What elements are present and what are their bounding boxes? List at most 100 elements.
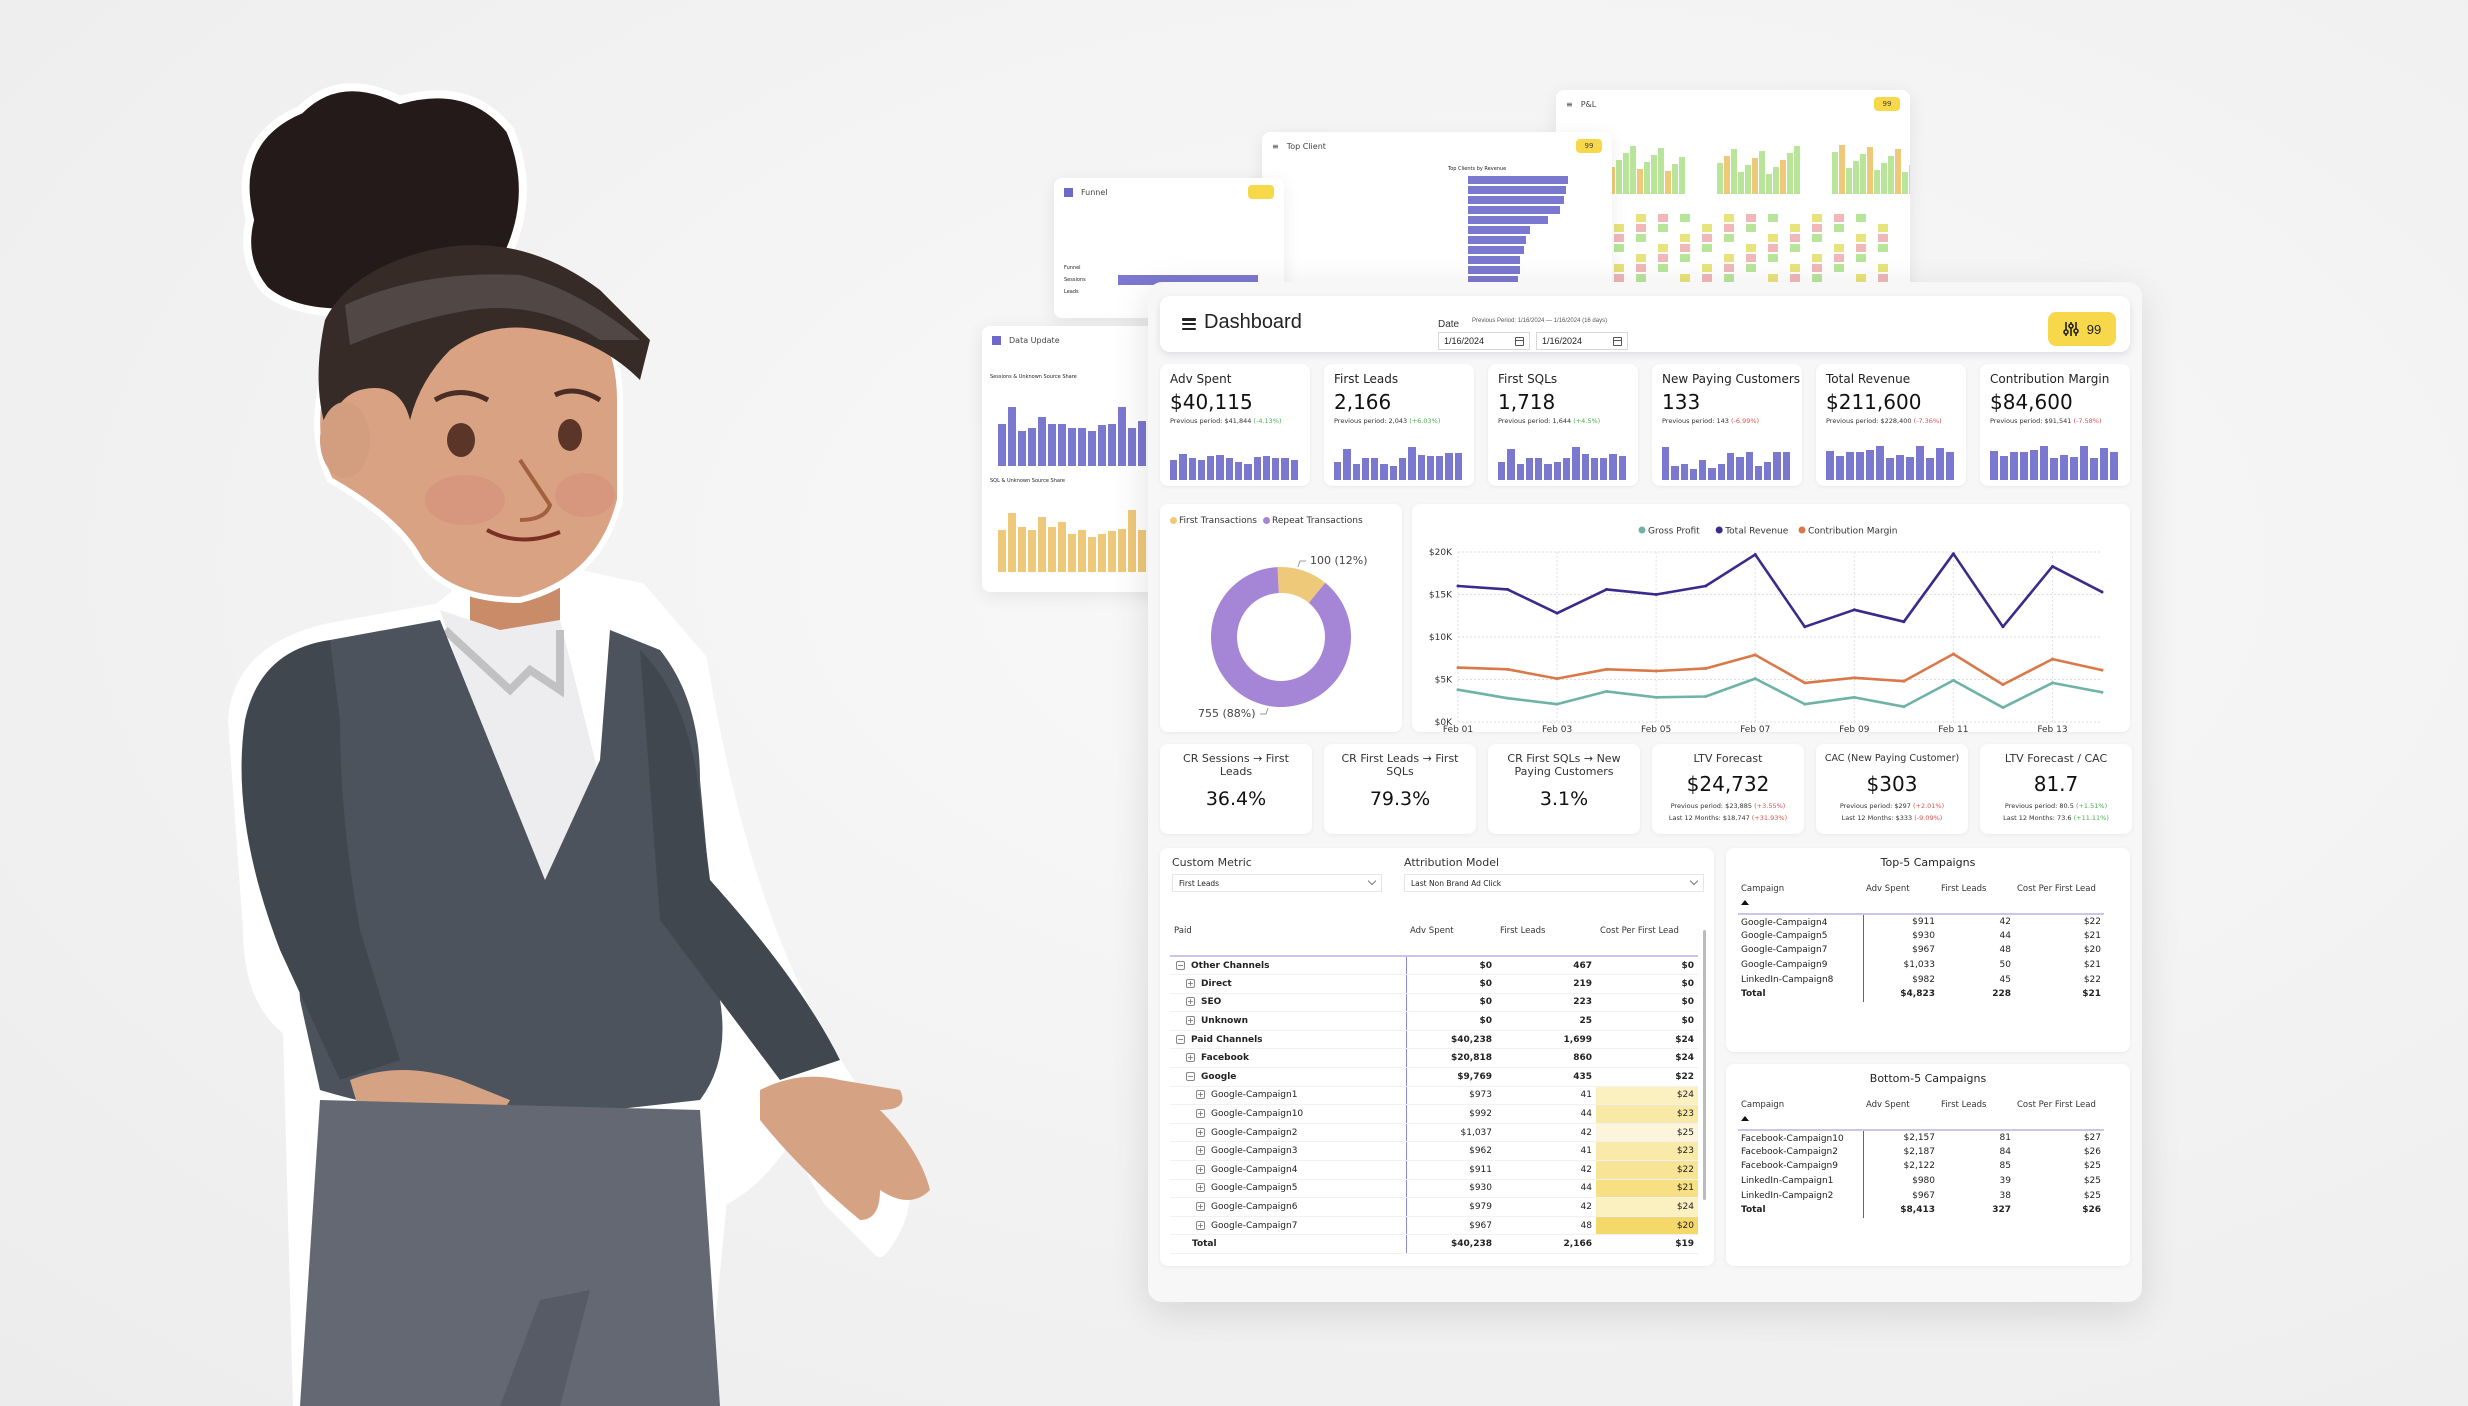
- col-header-adv-spent[interactable]: Adv Spent: [1863, 884, 1938, 915]
- sparkline-bar[interactable]: [2080, 445, 2088, 480]
- data-point[interactable]: [1506, 587, 1510, 591]
- sparkline-bar[interactable]: [1590, 457, 1599, 480]
- matrix-row[interactable]: − Paid Channels $40,238 1,699 $24: [1170, 1030, 1698, 1050]
- sparkline-bar[interactable]: [1736, 456, 1744, 480]
- sparkline-bar[interactable]: [1436, 455, 1444, 480]
- expand-icon[interactable]: +: [1186, 1053, 1195, 1063]
- sparkline-bar[interactable]: [1680, 463, 1688, 480]
- campaign-row[interactable]: Google-Campaign4 $911 42 $22: [1738, 914, 2104, 929]
- expand-icon[interactable]: +: [1196, 1220, 1205, 1230]
- sparkline-bar[interactable]: [1371, 458, 1379, 480]
- sparkline-bar[interactable]: [1689, 469, 1698, 480]
- line-series-total-revenue[interactable]: [1457, 552, 2103, 629]
- campaign-row[interactable]: Facebook-Campaign10 $2,157 81 $27: [1738, 1130, 2104, 1145]
- sparkline-bar[interactable]: [2000, 455, 2008, 480]
- line-series-contribution-margin[interactable]: [1457, 652, 2103, 686]
- sparkline-bar[interactable]: [1662, 446, 1670, 480]
- sparkline-bar[interactable]: [1708, 468, 1716, 480]
- data-point[interactable]: [1902, 620, 1906, 624]
- data-point[interactable]: [1951, 652, 1955, 656]
- col-header-cost-per-first-lead[interactable]: Cost Per First Lead: [2014, 1100, 2104, 1131]
- sparkline-bar[interactable]: [1516, 463, 1524, 480]
- data-point[interactable]: [1605, 689, 1609, 693]
- sparkline-bar[interactable]: [1272, 458, 1280, 480]
- data-point[interactable]: [1852, 608, 1856, 612]
- sparkline-bar[interactable]: [1926, 458, 1934, 480]
- sparkline-bar[interactable]: [1754, 466, 1763, 480]
- sparkline-bar[interactable]: [1563, 458, 1571, 480]
- col-header-adv-spent[interactable]: Adv Spent: [1406, 926, 1496, 957]
- data-point[interactable]: [1456, 666, 1460, 670]
- expand-icon[interactable]: +: [1196, 1202, 1205, 1212]
- sparkline-bar[interactable]: [1699, 460, 1707, 480]
- data-point[interactable]: [1654, 669, 1658, 673]
- legend-item-total-revenue[interactable]: Total Revenue: [1715, 526, 1789, 537]
- campaign-row[interactable]: Google-Campaign5 $930 44 $21: [1738, 928, 2104, 944]
- expand-icon[interactable]: +: [1186, 1016, 1195, 1026]
- sparkline-bar[interactable]: [1244, 463, 1252, 480]
- sparkline-bar[interactable]: [2010, 451, 2018, 480]
- sparkline-bar[interactable]: [1352, 463, 1360, 480]
- matrix-row[interactable]: + Unknown $0 25 $0: [1170, 1011, 1698, 1031]
- data-point[interactable]: [2050, 564, 2054, 568]
- sparkline-bar[interactable]: [1507, 449, 1515, 480]
- col-header-campaign[interactable]: Campaign: [1738, 1100, 1863, 1131]
- custom-metric-dropdown[interactable]: First Leads: [1172, 874, 1382, 892]
- data-point[interactable]: [1555, 611, 1559, 615]
- sparkline-bar[interactable]: [1253, 457, 1261, 480]
- sparkline-bar[interactable]: [2020, 451, 2028, 480]
- data-point[interactable]: [1555, 677, 1559, 681]
- expand-icon[interactable]: +: [1186, 997, 1195, 1007]
- matrix-row[interactable]: + Google-Campaign6 $979 42 $24: [1170, 1197, 1698, 1217]
- data-point[interactable]: [2001, 625, 2005, 629]
- sparkline-bar[interactable]: [1618, 456, 1626, 480]
- sparkline-bar[interactable]: [1399, 458, 1407, 480]
- matrix-scrollbar[interactable]: [1703, 930, 1706, 1200]
- sparkline-bar[interactable]: [1170, 460, 1178, 480]
- date-from-input[interactable]: 1/16/2024: [1438, 332, 1530, 350]
- sparkline-bar[interactable]: [1334, 462, 1342, 480]
- data-point[interactable]: [1704, 695, 1708, 698]
- sparkline-bar[interactable]: [2100, 448, 2108, 480]
- data-point[interactable]: [2001, 683, 2005, 687]
- sparkline-bar[interactable]: [1876, 445, 1884, 480]
- date-to-input[interactable]: 1/16/2024: [1536, 332, 1628, 350]
- col-header-paid[interactable]: Paid: [1170, 926, 1406, 957]
- matrix-row[interactable]: − Google $9,769 435 $22: [1170, 1067, 1698, 1087]
- matrix-row[interactable]: + SEO $0 223 $0: [1170, 993, 1698, 1013]
- data-point[interactable]: [1753, 653, 1757, 657]
- col-header-first-leads[interactable]: First Leads: [1496, 926, 1596, 957]
- data-point[interactable]: [1902, 679, 1906, 683]
- sparkline-bar[interactable]: [2030, 450, 2038, 480]
- col-header-first-leads[interactable]: First Leads: [1938, 1100, 2014, 1131]
- data-point[interactable]: [1555, 702, 1559, 706]
- sparkline-bar[interactable]: [1600, 457, 1608, 480]
- sparkline-bar[interactable]: [1856, 451, 1864, 480]
- data-point[interactable]: [1704, 666, 1708, 670]
- sparkline-bar[interactable]: [1886, 458, 1894, 480]
- sort-ascending-icon[interactable]: [1741, 1116, 1749, 1121]
- data-point[interactable]: [1902, 705, 1906, 709]
- sparkline-bar[interactable]: [1216, 454, 1224, 480]
- col-header-adv-spent[interactable]: Adv Spent: [1863, 1100, 1938, 1131]
- matrix-row[interactable]: + Google-Campaign1 $973 41 $24: [1170, 1086, 1698, 1106]
- sparkline-bar[interactable]: [2090, 458, 2098, 480]
- sparkline-bar[interactable]: [2050, 458, 2058, 480]
- data-point[interactable]: [1753, 553, 1757, 557]
- sparkline-bar[interactable]: [2110, 451, 2118, 480]
- data-point[interactable]: [1704, 584, 1708, 588]
- sparkline-bar[interactable]: [1290, 460, 1298, 480]
- data-point[interactable]: [2001, 706, 2005, 710]
- matrix-row[interactable]: + Google-Campaign7 $967 48 $20: [1170, 1216, 1698, 1236]
- expand-icon[interactable]: +: [1186, 978, 1195, 988]
- sparkline-bar[interactable]: [1936, 448, 1944, 480]
- calendar-icon[interactable]: [1515, 336, 1524, 346]
- collapse-icon[interactable]: −: [1176, 960, 1185, 970]
- data-point[interactable]: [1753, 677, 1757, 681]
- sparkline-bar[interactable]: [1717, 463, 1725, 480]
- expand-icon[interactable]: +: [1196, 1164, 1205, 1174]
- expand-icon[interactable]: +: [1196, 1183, 1205, 1193]
- campaign-row[interactable]: LinkedIn-Campaign1 $980 39 $25: [1738, 1173, 2104, 1189]
- matrix-row[interactable]: + Google-Campaign3 $962 41 $23: [1170, 1141, 1698, 1162]
- sparkline-bar[interactable]: [1188, 457, 1196, 480]
